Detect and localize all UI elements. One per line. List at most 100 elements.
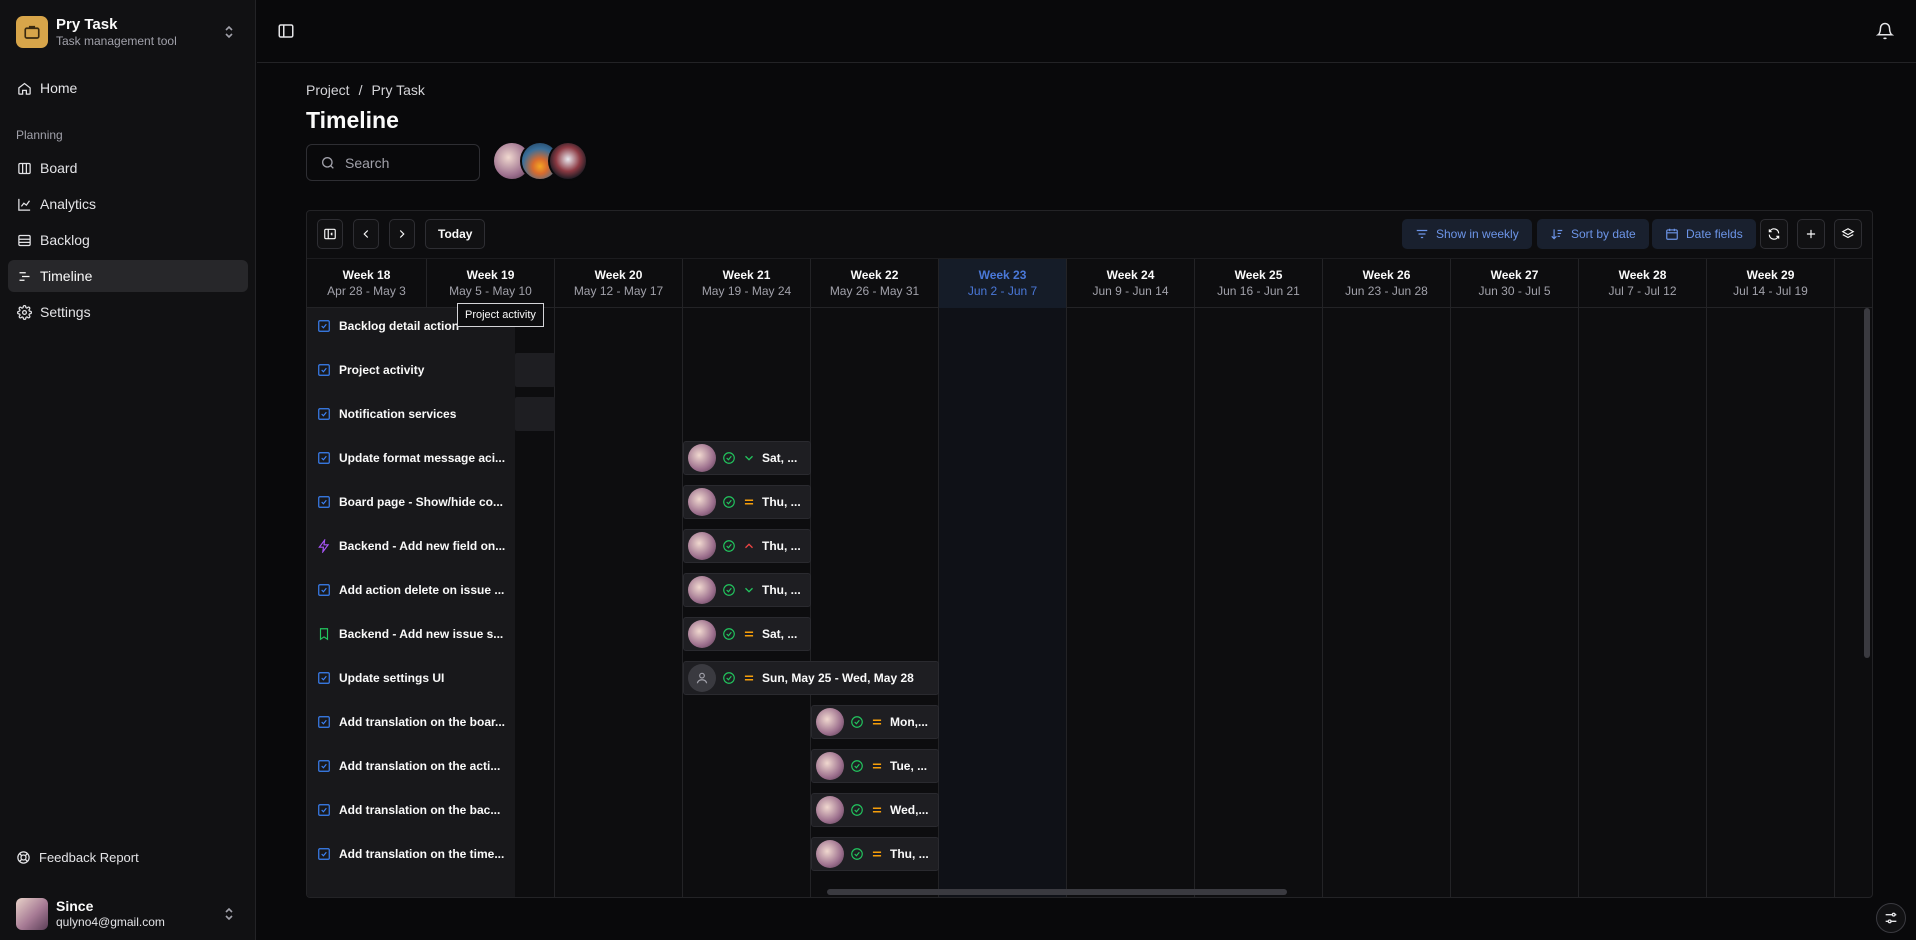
task-row[interactable]: Add translation on the bac... bbox=[307, 788, 515, 832]
bell-icon[interactable] bbox=[1876, 22, 1894, 40]
task-bar[interactable]: Thu, ... bbox=[683, 529, 811, 563]
sidebar-item-board[interactable]: Board bbox=[8, 152, 248, 184]
filter-icon bbox=[1416, 229, 1428, 239]
grid-line bbox=[1706, 308, 1707, 897]
task-row[interactable]: Add action delete on issue ... bbox=[307, 568, 515, 612]
avatar bbox=[816, 708, 844, 736]
chevron-up-down-icon bbox=[225, 907, 233, 921]
task-row[interactable]: Add translation on the boar... bbox=[307, 700, 515, 744]
layers-button[interactable] bbox=[1834, 219, 1862, 249]
workspace-switcher[interactable]: Pry Task Task management tool bbox=[16, 14, 244, 50]
task-bar[interactable]: Wed,... bbox=[811, 793, 939, 827]
timeline-grid: Backlog detail action Project activity Not… bbox=[307, 308, 1872, 897]
horizontal-scrollbar[interactable] bbox=[827, 889, 1287, 895]
week-range: Jun 23 - Jun 28 bbox=[1345, 284, 1428, 298]
week-label: Week 18 bbox=[342, 268, 391, 282]
grid-line bbox=[1322, 308, 1323, 897]
week-column-header: Week 22 May 26 - May 31 bbox=[811, 259, 939, 308]
priority-medium-icon bbox=[872, 763, 882, 769]
task-date-range: Sat, ... bbox=[762, 627, 798, 641]
search-input[interactable] bbox=[345, 154, 465, 171]
avatar bbox=[688, 620, 716, 648]
sidebar-item-home[interactable]: Home bbox=[8, 72, 248, 104]
chevron-up-down-icon bbox=[225, 25, 233, 39]
task-bar-placeholder[interactable] bbox=[515, 353, 555, 387]
task-checkbox-icon bbox=[318, 496, 330, 508]
task-checkbox-icon bbox=[318, 716, 330, 728]
week-label: Week 24 bbox=[1106, 268, 1155, 282]
task-row[interactable]: Backend - Add new issue s... bbox=[307, 612, 515, 656]
sidebar-item-settings[interactable]: Settings bbox=[8, 296, 248, 328]
task-row[interactable]: Backend - Add new field on... bbox=[307, 524, 515, 568]
search-box[interactable] bbox=[306, 144, 480, 181]
task-row[interactable]: Update format message aci... bbox=[307, 436, 515, 480]
next-button[interactable] bbox=[389, 219, 415, 249]
task-bar[interactable]: Sat, ... bbox=[683, 617, 811, 651]
chevron-left-icon bbox=[363, 230, 369, 238]
task-row[interactable]: Notification services bbox=[307, 392, 515, 436]
task-bar[interactable]: Sat, ... bbox=[683, 441, 811, 475]
previous-button[interactable] bbox=[353, 219, 379, 249]
briefcase-icon bbox=[16, 16, 48, 48]
week-column-header: Week 19 May 5 - May 10 bbox=[427, 259, 555, 308]
task-row[interactable]: Add translation on the acti... bbox=[307, 744, 515, 788]
week-column-header: Week 27 Jun 30 - Jul 5 bbox=[1451, 259, 1579, 308]
refresh-button[interactable] bbox=[1760, 219, 1788, 249]
task-bar[interactable]: Thu, ... bbox=[683, 485, 811, 519]
week-column-header: Week 26 Jun 23 - Jun 28 bbox=[1323, 259, 1451, 308]
layers-icon bbox=[1841, 228, 1855, 239]
task-date-range: Thu, ... bbox=[762, 539, 801, 553]
task-name: Backend - Add new issue s... bbox=[339, 627, 504, 641]
sidebar-item-label: Timeline bbox=[40, 268, 93, 284]
sidebar-item-analytics[interactable]: Analytics bbox=[8, 188, 248, 220]
sidebar-item-backlog[interactable]: Backlog bbox=[8, 224, 248, 256]
breadcrumb-project[interactable]: Project bbox=[306, 82, 350, 98]
task-bar-placeholder[interactable] bbox=[515, 397, 555, 431]
avatar bbox=[816, 796, 844, 824]
task-checkbox-icon bbox=[318, 364, 330, 376]
feedback-report-link[interactable]: Feedback Report bbox=[16, 850, 139, 865]
task-row[interactable]: Project activity bbox=[307, 348, 515, 392]
home-icon bbox=[18, 82, 31, 95]
task-row[interactable]: Update settings UI bbox=[307, 656, 515, 700]
date-fields-button[interactable]: Date fields bbox=[1652, 219, 1756, 249]
priority-medium-icon bbox=[744, 675, 754, 681]
task-checkbox-icon bbox=[318, 804, 330, 816]
user-menu[interactable]: Since qulyno4@gmail.com bbox=[16, 897, 244, 931]
timeline-settings-button[interactable] bbox=[1876, 903, 1906, 933]
task-bar[interactable]: Thu, ... bbox=[811, 837, 939, 871]
sidebar-toggle-icon[interactable] bbox=[277, 22, 295, 40]
board-icon bbox=[18, 162, 31, 174]
task-checkbox-icon bbox=[318, 408, 330, 420]
task-name: Board page - Show/hide co... bbox=[339, 495, 504, 509]
add-button[interactable] bbox=[1797, 219, 1825, 249]
analytics-icon bbox=[18, 198, 31, 211]
task-name: Notification services bbox=[339, 407, 457, 421]
week-range: May 19 - May 24 bbox=[701, 284, 792, 298]
task-bar[interactable]: Tue, ... bbox=[811, 749, 939, 783]
vertical-scrollbar[interactable] bbox=[1864, 308, 1870, 658]
today-button[interactable]: Today bbox=[425, 219, 486, 249]
current-week-column bbox=[939, 308, 1067, 897]
task-checkbox-icon bbox=[318, 760, 330, 772]
sort-by-date-button[interactable]: Sort by date bbox=[1537, 219, 1649, 249]
week-column-header: Week 25 Jun 16 - Jun 21 bbox=[1195, 259, 1323, 308]
collapse-panel-button[interactable] bbox=[317, 219, 343, 249]
task-bar[interactable]: Mon,... bbox=[811, 705, 939, 739]
grid-line bbox=[1194, 308, 1195, 897]
avatar bbox=[16, 898, 48, 930]
task-bar[interactable]: Thu, ... bbox=[683, 573, 811, 607]
avatar[interactable] bbox=[548, 141, 588, 181]
status-done-icon bbox=[851, 760, 863, 772]
week-range: Jul 7 - Jul 12 bbox=[1608, 284, 1677, 298]
avatar bbox=[688, 532, 716, 560]
breadcrumb-current[interactable]: Pry Task bbox=[371, 82, 424, 98]
sidebar-item-timeline[interactable]: Timeline bbox=[8, 260, 248, 292]
grid-line bbox=[1450, 308, 1451, 897]
task-bar[interactable]: Sun, May 25 - Wed, May 28 bbox=[683, 661, 939, 695]
task-date-range: Thu, ... bbox=[890, 847, 929, 861]
show-weekly-button[interactable]: Show in weekly bbox=[1402, 219, 1532, 249]
task-row[interactable]: Board page - Show/hide co... bbox=[307, 480, 515, 524]
task-row[interactable]: Add translation on the time... bbox=[307, 832, 515, 876]
task-name: Update format message aci... bbox=[339, 451, 506, 465]
